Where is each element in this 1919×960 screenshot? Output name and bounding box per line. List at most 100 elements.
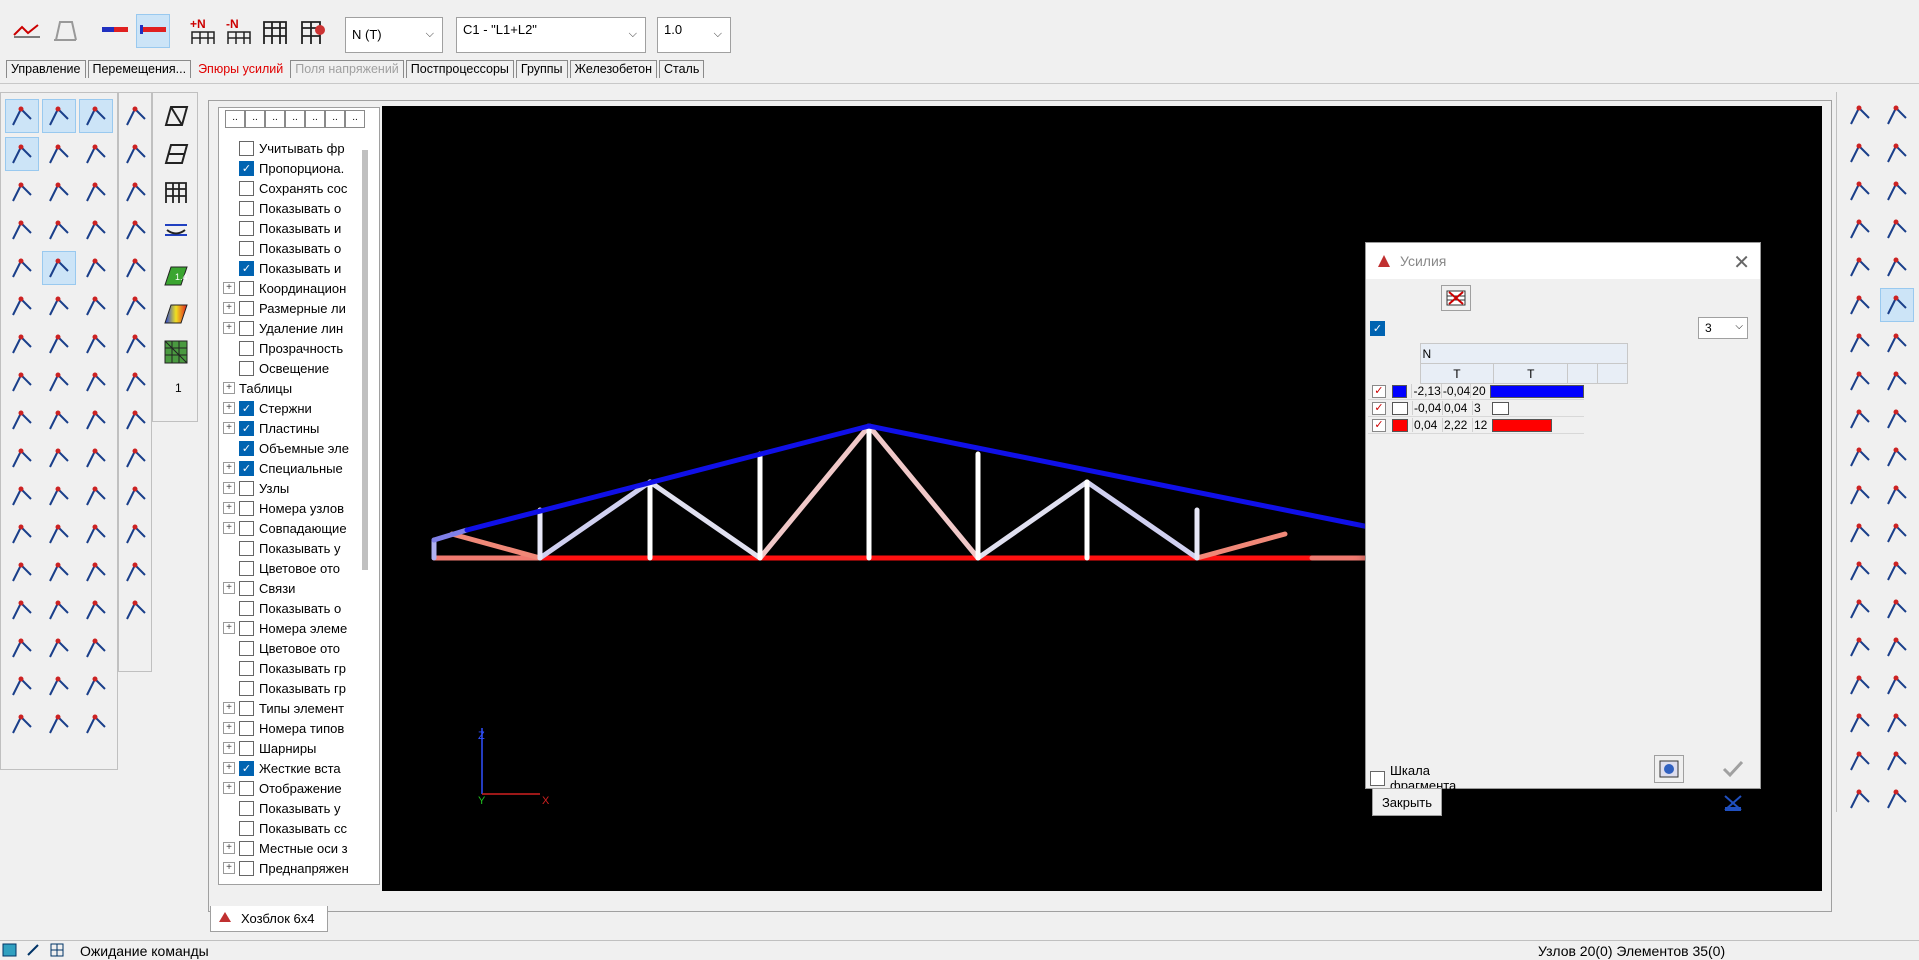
- tree-item[interactable]: Освещение: [223, 358, 371, 378]
- tree-item-checkbox[interactable]: [239, 800, 254, 816]
- row-visible-checkbox[interactable]: ✓: [1372, 384, 1386, 398]
- expand-icon[interactable]: +: [223, 322, 235, 334]
- tree-item[interactable]: Показывать о: [223, 598, 371, 618]
- tree-item[interactable]: Цветовое ото: [223, 638, 371, 658]
- print-icon[interactable]: [1880, 288, 1914, 322]
- support-tool-icon[interactable]: [79, 213, 113, 247]
- tab-reinforced-concrete[interactable]: Железобетон: [569, 60, 657, 78]
- beam-icon[interactable]: [159, 213, 193, 247]
- tree-item[interactable]: Показывать гр: [223, 678, 371, 698]
- mesh-icon[interactable]: [159, 335, 193, 369]
- tree-item[interactable]: + Местные оси з: [223, 838, 371, 858]
- scale-row[interactable]: ✓ -0,04 0,04 3: [1368, 400, 1584, 417]
- load-diagram-icon[interactable]: [10, 14, 44, 48]
- element-tool-icon[interactable]: [42, 137, 76, 171]
- tree-item-checkbox[interactable]: ✓: [239, 440, 254, 456]
- eraser-tool-icon[interactable]: [42, 631, 76, 665]
- support-tool-icon[interactable]: [79, 289, 113, 323]
- cube-tool-icon[interactable]: [79, 555, 113, 589]
- tree-item-checkbox[interactable]: ✓: [239, 400, 254, 416]
- tree-item[interactable]: + Узлы: [223, 478, 371, 498]
- clear-scale-button[interactable]: [1441, 285, 1471, 311]
- row-visible-checkbox[interactable]: ✓: [1372, 401, 1386, 415]
- cube-tool-icon[interactable]: [79, 99, 113, 133]
- loadcase-combo[interactable]: C1 - "L1+L2" ⌵: [456, 17, 646, 53]
- orbit-icon[interactable]: [1880, 554, 1914, 588]
- frame-icon[interactable]: [258, 14, 292, 48]
- cube-tool-icon[interactable]: [79, 327, 113, 361]
- tree-item[interactable]: ✓ Пропорциона.: [223, 158, 371, 178]
- eraser-tool-icon[interactable]: [42, 707, 76, 741]
- select-tool-icon[interactable]: [119, 289, 153, 323]
- tree-item[interactable]: + Координацион: [223, 278, 371, 298]
- pencil-tool-icon[interactable]: [5, 479, 39, 513]
- tree-item[interactable]: Сохранять сос: [223, 178, 371, 198]
- rotate-view-icon[interactable]: [1843, 326, 1877, 360]
- tree-item[interactable]: Показывать у: [223, 798, 371, 818]
- support-tool-icon[interactable]: [79, 593, 113, 627]
- tree-item-checkbox[interactable]: [239, 600, 254, 616]
- element-tool-icon[interactable]: [42, 213, 76, 247]
- node-tool-icon[interactable]: [5, 441, 39, 475]
- row-visible-checkbox[interactable]: ✓: [1372, 418, 1386, 432]
- expand-icon[interactable]: +: [223, 502, 235, 514]
- diagram-fill-icon[interactable]: [136, 14, 170, 48]
- cube-tool-icon[interactable]: [79, 175, 113, 209]
- tree-item-checkbox[interactable]: ✓: [239, 760, 254, 776]
- projection-icon[interactable]: [1843, 174, 1877, 208]
- tree-item[interactable]: + Размерные ли: [223, 298, 371, 318]
- plate-green-icon[interactable]: 1.4: [159, 259, 193, 293]
- scissors-button[interactable]: [1718, 789, 1748, 817]
- close-button[interactable]: Закрыть: [1372, 788, 1442, 816]
- expand-icon[interactable]: +: [223, 862, 235, 874]
- frame-grid-icon[interactable]: [159, 175, 193, 209]
- tree-item-checkbox[interactable]: [239, 540, 254, 556]
- tab-management[interactable]: Управление: [6, 60, 86, 78]
- tree-item[interactable]: + Связи: [223, 578, 371, 598]
- tree-item[interactable]: ✓ Показывать и: [223, 258, 371, 278]
- tree-item-checkbox[interactable]: [239, 780, 254, 796]
- expand-icon[interactable]: +: [223, 282, 235, 294]
- tree-item[interactable]: + Совпадающие: [223, 518, 371, 538]
- tree-item-checkbox[interactable]: [239, 480, 254, 496]
- pan-icon[interactable]: [1880, 364, 1914, 398]
- tree-item-checkbox[interactable]: [239, 200, 254, 216]
- tree-item-checkbox[interactable]: ✓: [239, 460, 254, 476]
- tree-item[interactable]: Учитывать фр: [223, 138, 371, 158]
- expand-icon[interactable]: +: [223, 382, 235, 394]
- orbit-icon[interactable]: [1880, 326, 1914, 360]
- pan-icon[interactable]: [1880, 592, 1914, 626]
- select-tool-icon[interactable]: [119, 137, 153, 171]
- print-icon[interactable]: [1880, 516, 1914, 550]
- zoom-icon[interactable]: [1843, 364, 1877, 398]
- plate-gradient-icon[interactable]: [159, 297, 193, 331]
- tab-stress-fields[interactable]: Поля напряжений: [290, 60, 404, 78]
- tree-item-checkbox[interactable]: [239, 500, 254, 516]
- tree-tab[interactable]: ..: [225, 110, 245, 128]
- tab-force-diagrams[interactable]: Эпюры усилий: [193, 60, 289, 78]
- deformed-scheme-icon[interactable]: [48, 14, 82, 48]
- projection-icon[interactable]: [1843, 402, 1877, 436]
- tree-item[interactable]: Показывать и: [223, 218, 371, 238]
- tree-item[interactable]: ✓ Объемные эле: [223, 438, 371, 458]
- color-swatch[interactable]: [1392, 401, 1408, 415]
- tree-item[interactable]: + Отображение: [223, 778, 371, 798]
- tree-item[interactable]: Показывать о: [223, 198, 371, 218]
- zoom-icon[interactable]: [1843, 592, 1877, 626]
- expand-icon[interactable]: +: [223, 722, 235, 734]
- element-tool-icon[interactable]: [42, 365, 76, 399]
- pencil-tool-icon[interactable]: [5, 555, 39, 589]
- tab-postprocessors[interactable]: Постпроцессоры: [405, 60, 514, 78]
- tree-item-checkbox[interactable]: [239, 720, 254, 736]
- eraser-tool-icon[interactable]: [42, 403, 76, 437]
- orbit-icon[interactable]: [1880, 212, 1914, 246]
- tree-item-checkbox[interactable]: [239, 820, 254, 836]
- expand-icon[interactable]: +: [223, 842, 235, 854]
- print-icon[interactable]: [1880, 630, 1914, 664]
- truss-outline-icon[interactable]: [159, 137, 193, 171]
- tree-item[interactable]: + Номера типов: [223, 718, 371, 738]
- rotate-tool-icon[interactable]: [119, 213, 153, 247]
- scale-combo[interactable]: 1.0 ⌵: [657, 17, 731, 53]
- tree-item[interactable]: Показывать гр: [223, 658, 371, 678]
- expand-icon[interactable]: +: [223, 622, 235, 634]
